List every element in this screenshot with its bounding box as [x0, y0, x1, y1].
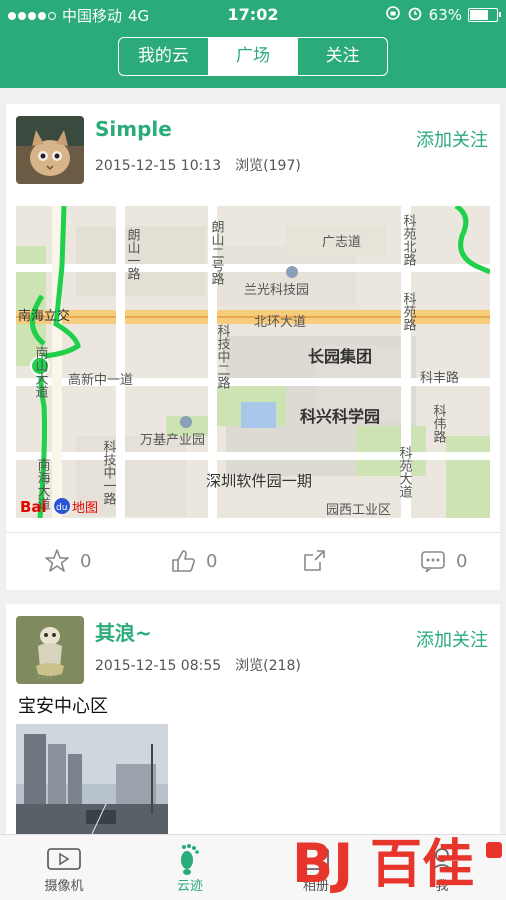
- post-meta: 2015-12-15 08:55 浏览(218): [95, 655, 301, 675]
- map-label: 万基产业园: [140, 433, 205, 448]
- favorite-count: 0: [80, 550, 92, 572]
- map-label: 广志道: [322, 235, 361, 250]
- user-avatar[interactable]: · · · ·: [16, 616, 84, 684]
- map-label: 科伟路: [431, 404, 447, 443]
- map-label: 科丰路: [420, 370, 459, 386]
- post-photo[interactable]: [16, 724, 168, 834]
- poi-icon: [286, 266, 298, 278]
- poi-icon: [180, 416, 192, 428]
- map-label: 朗山一路: [125, 228, 141, 280]
- add-follow-button[interactable]: 添加关注: [416, 126, 488, 152]
- tab-camera[interactable]: 摄像机: [14, 843, 114, 894]
- route-map[interactable]: 朗山一路 朗山二号路 广志道 科苑北路 兰光科技园 南海立交 北环大道 科苑路 …: [16, 206, 490, 518]
- favorite-button[interactable]: 0: [44, 548, 91, 574]
- thumbs-up-icon: [172, 550, 195, 572]
- post-actions: 0 0 0: [6, 542, 500, 582]
- tab-my-cloud[interactable]: 我的云: [119, 38, 208, 75]
- svg-text:· · · ·: · · · ·: [38, 675, 51, 682]
- add-follow-button[interactable]: 添加关注: [416, 626, 488, 652]
- tab-label: 云迹: [176, 879, 203, 894]
- tab-square[interactable]: 广场: [207, 38, 298, 75]
- footprint-icon: [181, 844, 199, 875]
- comment-count: 0: [456, 550, 468, 572]
- watermark-logo: BJ 百佳: [288, 826, 506, 896]
- svg-text:Bai: Bai: [20, 498, 47, 516]
- battery-percent: 63%: [428, 6, 462, 24]
- post-caption: 宝安中心区: [18, 696, 108, 717]
- app-header: 中国移动 4G 17:02 63% 我的云 广场 关注: [0, 0, 506, 88]
- map-label: 南海立交: [18, 308, 70, 324]
- map-label: 科苑大道: [397, 446, 413, 498]
- post-date: 2015-12-15 10:13: [95, 158, 222, 174]
- like-count: 0: [206, 550, 218, 572]
- map-label: 科苑路: [401, 292, 417, 331]
- svg-text:百佳: 百佳: [370, 835, 474, 895]
- divider: [6, 532, 500, 533]
- map-label: 深圳软件园一期: [206, 472, 312, 490]
- post-username[interactable]: 其浪~: [95, 617, 152, 646]
- user-avatar[interactable]: [16, 116, 84, 184]
- svg-text:BJ: BJ: [292, 832, 353, 895]
- map-label: 兰光科技园: [244, 283, 309, 298]
- comment-button[interactable]: 0: [420, 548, 467, 574]
- post-views: 浏览(197): [235, 158, 301, 174]
- share-icon: [304, 550, 325, 571]
- rotation-lock-icon: [385, 5, 401, 25]
- map-label: 朗山二号路: [209, 220, 225, 285]
- tab-following[interactable]: 关注: [297, 38, 387, 75]
- post-username[interactable]: Simple: [95, 117, 172, 141]
- star-icon: [45, 549, 69, 572]
- view-switcher: 我的云 广场 关注: [118, 37, 388, 76]
- post-views: 浏览(218): [235, 658, 301, 674]
- map-label: 南山大道: [33, 345, 49, 398]
- map-label: 科技中二路: [215, 324, 231, 389]
- tab-label: 摄像机: [44, 879, 84, 894]
- post-meta: 2015-12-15 10:13 浏览(197): [95, 155, 301, 175]
- tab-cloud-trace[interactable]: 云迹: [140, 843, 240, 894]
- comment-icon: [421, 551, 445, 573]
- alarm-icon: [407, 5, 423, 25]
- svg-text:地图: 地图: [72, 501, 98, 516]
- post-card: · · · · 其浪~ 2015-12-15 08:55 浏览(218) 添加关注…: [6, 604, 500, 834]
- map-label: 科技中一路: [101, 440, 117, 505]
- share-button[interactable]: [301, 548, 327, 574]
- map-label: 高新中一道: [68, 372, 133, 388]
- map-label: 科兴科学园: [300, 407, 380, 426]
- like-button[interactable]: 0: [170, 548, 217, 574]
- baidu-logo: Bai du 地图: [20, 498, 98, 516]
- video-camera-icon: [47, 848, 81, 870]
- svg-text:du: du: [56, 503, 67, 513]
- post-card: Simple 2015-12-15 10:13 浏览(197) 添加关注 朗山一…: [6, 104, 500, 590]
- map-label: 北环大道: [254, 315, 306, 330]
- post-date: 2015-12-15 08:55: [95, 658, 222, 674]
- battery-icon: [468, 8, 501, 22]
- status-bar: 中国移动 4G 17:02 63%: [0, 0, 506, 28]
- map-label: 长园集团: [308, 347, 372, 366]
- map-label: 科苑北路: [401, 214, 417, 266]
- map-label: 园西工业区: [326, 503, 391, 518]
